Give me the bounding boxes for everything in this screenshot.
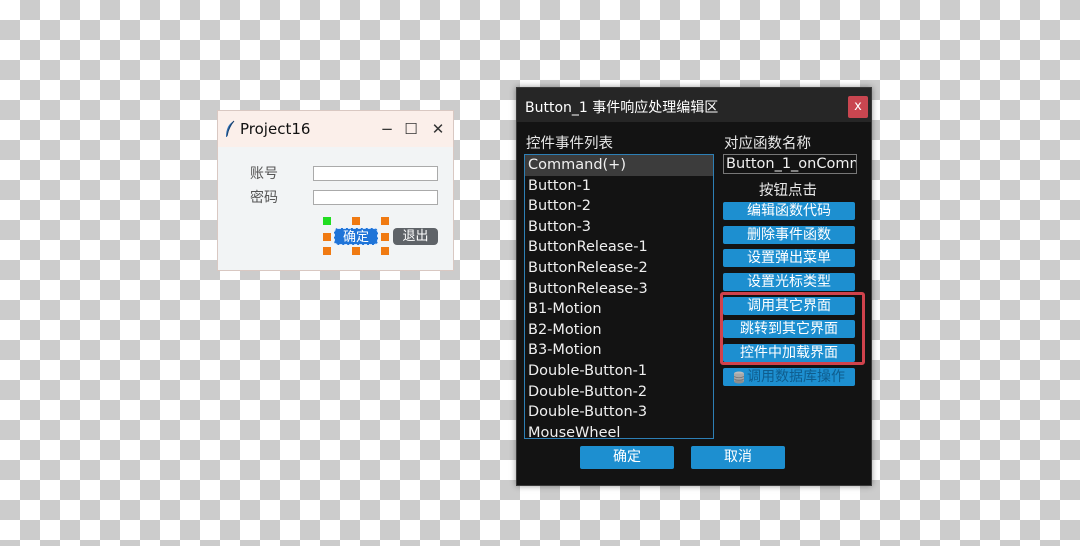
event-item[interactable]: Button-3	[525, 217, 713, 238]
resize-handle-left[interactable]	[323, 233, 331, 241]
dialog-close-button[interactable]: x	[848, 96, 868, 118]
delete-event-function-button[interactable]: 删除事件函数	[723, 226, 855, 244]
event-item[interactable]: ButtonRelease-3	[525, 279, 713, 300]
event-item[interactable]: ButtonRelease-2	[525, 258, 713, 279]
event-item[interactable]: Double-Button-1	[525, 361, 713, 382]
maximize-button[interactable]: ☐	[401, 119, 421, 139]
resize-handle-right[interactable]	[381, 233, 389, 241]
resize-handle-bottom-left[interactable]	[323, 247, 331, 255]
resize-handle-bottom-right[interactable]	[381, 247, 389, 255]
event-item[interactable]: Button-2	[525, 196, 713, 217]
ok-button[interactable]: 确定	[580, 446, 674, 469]
edit-function-code-button[interactable]: 编辑函数代码	[723, 202, 855, 220]
feather-icon	[226, 120, 235, 137]
event-item[interactable]: B3-Motion	[525, 340, 713, 361]
event-list[interactable]: Command(+) Button-1 Button-2 Button-3 Bu…	[524, 154, 714, 439]
exit-button[interactable]: 退出	[393, 228, 438, 245]
button-click-label: 按钮点击	[759, 183, 817, 199]
dialog-titlebar[interactable]: Button_1 事件响应处理编辑区 x	[517, 88, 871, 122]
events-label: 控件事件列表	[526, 136, 613, 152]
password-input[interactable]	[313, 190, 438, 205]
call-other-ui-button[interactable]: 调用其它界面	[723, 297, 855, 315]
event-item[interactable]: Button-1	[525, 176, 713, 197]
event-item[interactable]: Command(+)	[525, 155, 713, 176]
jump-to-other-ui-button[interactable]: 跳转到其它界面	[723, 320, 855, 338]
project16-titlebar[interactable]: Project16 − ☐ ✕	[218, 111, 453, 147]
func-name-field[interactable]: Button_1_onComm	[723, 154, 857, 174]
set-cursor-type-button[interactable]: 设置光标类型	[723, 273, 855, 291]
event-item[interactable]: Double-Button-2	[525, 382, 713, 403]
resize-handle-top-right[interactable]	[381, 217, 389, 225]
load-ui-in-control-button[interactable]: 控件中加载界面	[723, 344, 855, 362]
event-handler-dialog: Button_1 事件响应处理编辑区 x 控件事件列表 对应函数名称 Comma…	[516, 87, 872, 486]
resize-handle-bottom[interactable]	[352, 247, 360, 255]
window-title: Project16	[240, 120, 311, 138]
close-button[interactable]: ✕	[428, 119, 448, 139]
resize-handle-top-left[interactable]	[323, 217, 331, 225]
project16-window: Project16 − ☐ ✕ 账号 密码 确定 退出	[217, 110, 454, 271]
account-label: 账号	[250, 166, 278, 182]
password-label: 密码	[250, 190, 278, 206]
resize-handle-top[interactable]	[352, 217, 360, 225]
event-item[interactable]: Double-Button-3	[525, 402, 713, 423]
dialog-title: Button_1 事件响应处理编辑区	[525, 100, 719, 116]
event-item[interactable]: ButtonRelease-1	[525, 237, 713, 258]
account-input[interactable]	[313, 166, 438, 181]
event-item[interactable]: MouseWheel	[525, 423, 713, 438]
event-item[interactable]: B2-Motion	[525, 320, 713, 341]
func-name-label: 对应函数名称	[724, 136, 811, 152]
minimize-button[interactable]: −	[377, 119, 397, 139]
set-popup-menu-button[interactable]: 设置弹出菜单	[723, 249, 855, 267]
call-database-label: 调用数据库操作	[747, 369, 845, 385]
call-database-button[interactable]: 调用数据库操作	[723, 368, 855, 386]
cancel-button[interactable]: 取消	[691, 446, 785, 469]
confirm-button[interactable]: 确定	[334, 228, 378, 245]
event-item[interactable]: B1-Motion	[525, 299, 713, 320]
database-icon	[733, 371, 745, 383]
